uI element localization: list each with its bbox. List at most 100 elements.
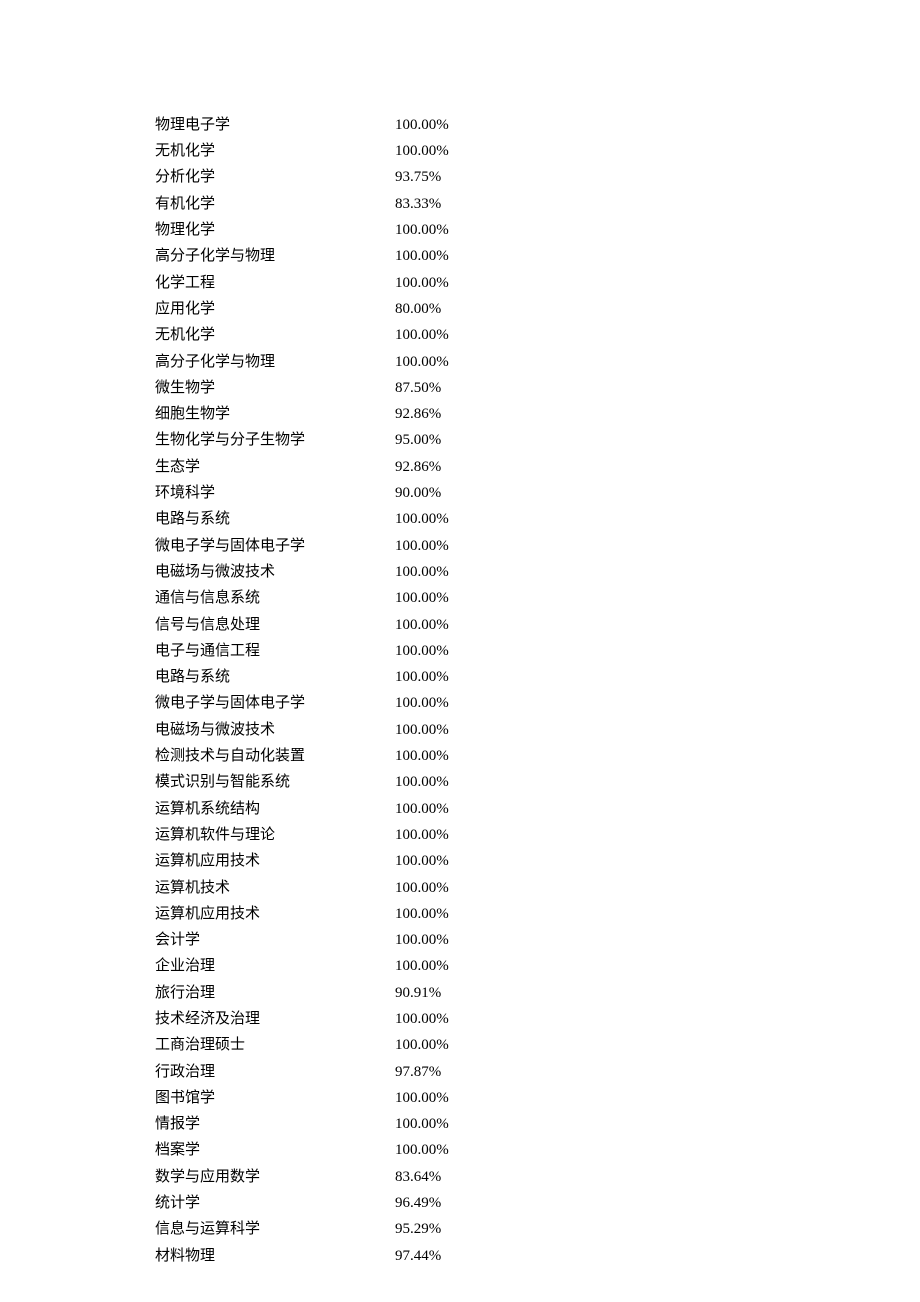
subject-cell: 无机化学 (155, 138, 395, 164)
table-row: 数学与应用数学83.64% (155, 1164, 449, 1190)
percent-cell: 95.29% (395, 1216, 449, 1242)
subject-cell: 运算机系统结构 (155, 796, 395, 822)
percent-cell: 100.00% (395, 506, 449, 532)
percent-cell: 100.00% (395, 664, 449, 690)
subject-cell: 数学与应用数学 (155, 1164, 395, 1190)
percent-cell: 100.00% (395, 822, 449, 848)
percent-cell: 100.00% (395, 1138, 449, 1164)
table-row: 材料物理97.44% (155, 1243, 449, 1269)
table-row: 电子与通信工程100.00% (155, 638, 449, 664)
percent-cell: 100.00% (395, 1006, 449, 1032)
percent-cell: 100.00% (395, 1085, 449, 1111)
table-row: 分析化学93.75% (155, 165, 449, 191)
subject-cell: 生物化学与分子生物学 (155, 428, 395, 454)
table-row: 统计学96.49% (155, 1190, 449, 1216)
subject-cell: 档案学 (155, 1138, 395, 1164)
subject-cell: 运算机技术 (155, 875, 395, 901)
percent-cell: 100.00% (395, 559, 449, 585)
subject-cell: 生态学 (155, 454, 395, 480)
percent-cell: 100.00% (395, 533, 449, 559)
table-row: 有机化学83.33% (155, 191, 449, 217)
table-row: 运算机软件与理论100.00% (155, 822, 449, 848)
subject-cell: 微电子学与固体电子学 (155, 691, 395, 717)
table-row: 运算机技术100.00% (155, 875, 449, 901)
percent-cell: 96.49% (395, 1190, 449, 1216)
subject-cell: 电磁场与微波技术 (155, 717, 395, 743)
subject-cell: 高分子化学与物理 (155, 243, 395, 269)
percent-cell: 100.00% (395, 717, 449, 743)
percent-cell: 100.00% (395, 217, 449, 243)
subject-cell: 统计学 (155, 1190, 395, 1216)
percent-cell: 80.00% (395, 296, 449, 322)
percent-cell: 100.00% (395, 612, 449, 638)
percent-cell: 100.00% (395, 585, 449, 611)
table-row: 物理电子学100.00% (155, 112, 449, 138)
table-row: 微电子学与固体电子学100.00% (155, 691, 449, 717)
subject-cell: 电路与系统 (155, 664, 395, 690)
percent-cell: 83.64% (395, 1164, 449, 1190)
percent-cell: 100.00% (395, 954, 449, 980)
subject-cell: 模式识别与智能系统 (155, 769, 395, 795)
subject-cell: 物理化学 (155, 217, 395, 243)
percent-cell: 87.50% (395, 375, 449, 401)
table-row: 高分子化学与物理100.00% (155, 349, 449, 375)
subject-cell: 微电子学与固体电子学 (155, 533, 395, 559)
percent-cell: 95.00% (395, 428, 449, 454)
subject-cell: 高分子化学与物理 (155, 349, 395, 375)
percent-cell: 100.00% (395, 901, 449, 927)
subject-cell: 技术经济及治理 (155, 1006, 395, 1032)
subject-cell: 旅行治理 (155, 980, 395, 1006)
subject-cell: 行政治理 (155, 1059, 395, 1085)
subject-cell: 环境科学 (155, 480, 395, 506)
subject-cell: 工商治理硕士 (155, 1032, 395, 1058)
subject-cell: 细胞生物学 (155, 401, 395, 427)
table-row: 技术经济及治理100.00% (155, 1006, 449, 1032)
percent-cell: 92.86% (395, 454, 449, 480)
percent-cell: 100.00% (395, 796, 449, 822)
subject-cell: 运算机软件与理论 (155, 822, 395, 848)
table-row: 图书馆学100.00% (155, 1085, 449, 1111)
percent-cell: 93.75% (395, 165, 449, 191)
subject-cell: 有机化学 (155, 191, 395, 217)
table-row: 生物化学与分子生物学95.00% (155, 428, 449, 454)
subject-cell: 检测技术与自动化装置 (155, 743, 395, 769)
table-row: 情报学100.00% (155, 1111, 449, 1137)
table-row: 信息与运算科学95.29% (155, 1216, 449, 1242)
percent-cell: 100.00% (395, 349, 449, 375)
subject-cell: 分析化学 (155, 165, 395, 191)
subject-cell: 通信与信息系统 (155, 585, 395, 611)
subject-cell: 会计学 (155, 927, 395, 953)
table-row: 运算机应用技术100.00% (155, 901, 449, 927)
percent-cell: 90.00% (395, 480, 449, 506)
percent-cell: 83.33% (395, 191, 449, 217)
table-row: 企业治理100.00% (155, 954, 449, 980)
percent-cell: 100.00% (395, 270, 449, 296)
subject-cell: 材料物理 (155, 1243, 395, 1269)
table-row: 工商治理硕士100.00% (155, 1032, 449, 1058)
percent-cell: 100.00% (395, 322, 449, 348)
percent-cell: 100.00% (395, 243, 449, 269)
percent-cell: 100.00% (395, 1111, 449, 1137)
subject-cell: 无机化学 (155, 322, 395, 348)
subject-cell: 化学工程 (155, 270, 395, 296)
subject-cell: 信息与运算科学 (155, 1216, 395, 1242)
table-row: 行政治理97.87% (155, 1059, 449, 1085)
subject-cell: 运算机应用技术 (155, 848, 395, 874)
table-row: 电磁场与微波技术100.00% (155, 559, 449, 585)
percent-cell: 100.00% (395, 638, 449, 664)
table-row: 运算机系统结构100.00% (155, 796, 449, 822)
table-row: 应用化学80.00% (155, 296, 449, 322)
table-row: 运算机应用技术100.00% (155, 848, 449, 874)
table-row: 无机化学100.00% (155, 322, 449, 348)
table-row: 电磁场与微波技术100.00% (155, 717, 449, 743)
table-row: 生态学92.86% (155, 454, 449, 480)
table-row: 会计学100.00% (155, 927, 449, 953)
subject-cell: 电路与系统 (155, 506, 395, 532)
subject-cell: 电子与通信工程 (155, 638, 395, 664)
table-row: 信号与信息处理100.00% (155, 612, 449, 638)
subject-cell: 企业治理 (155, 954, 395, 980)
subject-cell: 运算机应用技术 (155, 901, 395, 927)
table-row: 通信与信息系统100.00% (155, 585, 449, 611)
percent-cell: 100.00% (395, 138, 449, 164)
subject-percentage-table: 物理电子学100.00%无机化学100.00%分析化学93.75%有机化学83.… (155, 112, 449, 1269)
